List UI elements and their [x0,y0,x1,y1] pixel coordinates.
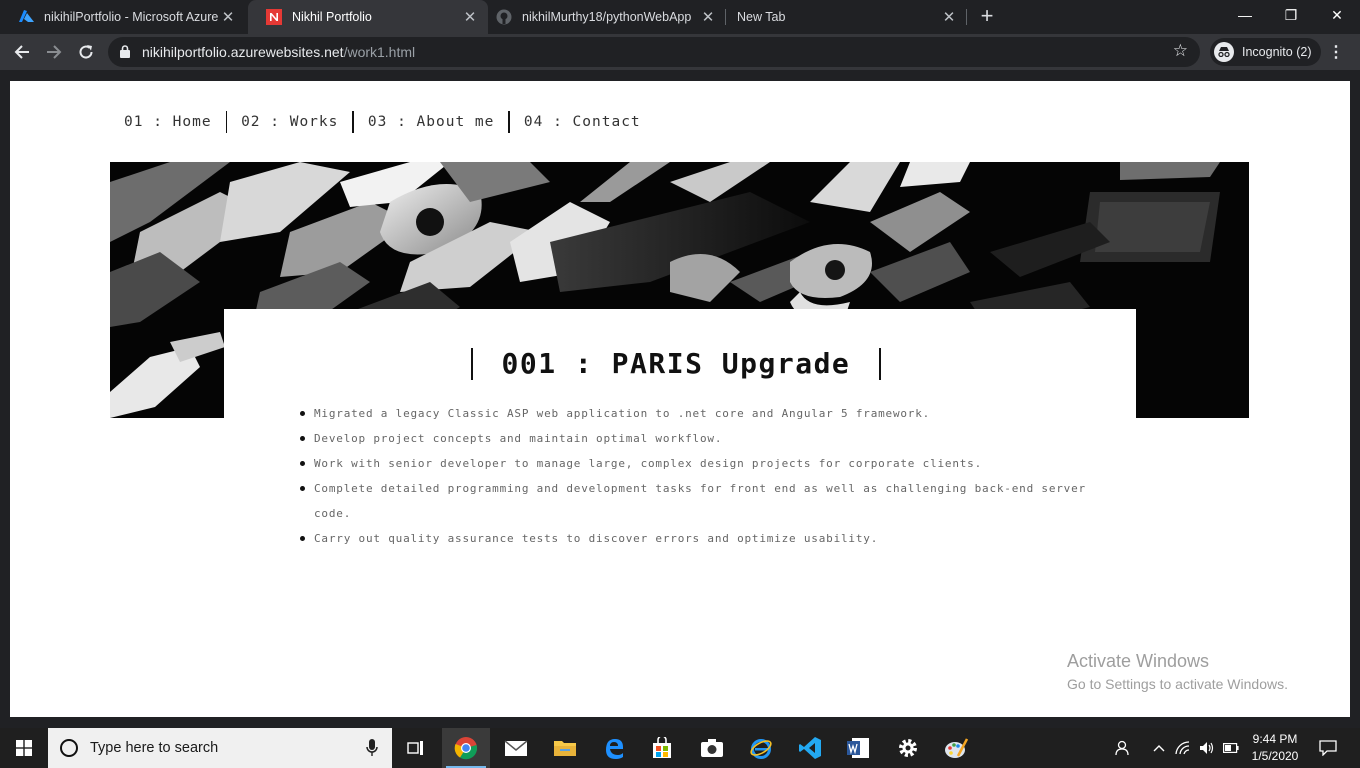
windows-logo-icon [16,740,32,756]
start-button[interactable] [0,728,48,768]
project-title: 001 : PARIS Upgrade [501,347,851,380]
watermark-subtitle: Go to Settings to activate Windows. [1067,676,1288,692]
taskbar-word[interactable] [834,728,882,768]
lock-icon [120,45,130,63]
microphone-icon[interactable] [366,739,378,762]
project-title-block: 001 : PARIS Upgrade [471,348,881,380]
nav-link-about[interactable]: 03 : About me [354,111,509,133]
tab-github[interactable]: nikhilMurthy18/pythonWebApp ✕ [478,0,726,34]
taskbar-internet-explorer[interactable] [737,728,785,768]
battery-icon[interactable] [1220,728,1242,768]
tab-label: nikihilPortfolio - Microsoft Azure [44,10,218,24]
windows-taskbar: Type here to search 9:44 PM 1/5/2020 [0,728,1360,768]
taskbar-paint[interactable] [932,728,980,768]
tab-separator [966,9,967,25]
camera-icon [701,739,723,757]
tab-label: Nikhil Portfolio [292,10,372,24]
arrow-right-icon [47,45,62,59]
wifi-icon[interactable] [1172,728,1194,768]
gear-icon [899,739,917,757]
internet-explorer-icon [750,739,772,759]
list-item: Carry out quality assurance tests to dis… [298,526,1098,551]
project-details-list: Migrated a legacy Classic ASP web applic… [298,401,1098,551]
edge-icon [606,739,623,759]
reload-button[interactable] [72,38,100,66]
taskbar-chrome[interactable] [442,728,490,768]
window-close-button[interactable]: ✕ [1314,0,1360,30]
address-bar[interactable]: nikihilportfolio.azurewebsites.net/work1… [108,37,1200,67]
reload-icon [79,45,93,59]
close-icon[interactable]: ✕ [218,8,238,26]
folder-icon [554,741,576,756]
tab-strip: nikihilPortfolio - Microsoft Azure ✕ Nik… [0,0,1360,34]
taskbar-vscode[interactable] [786,728,834,768]
back-button[interactable] [8,38,36,66]
vscode-icon [799,737,821,759]
incognito-indicator[interactable]: Incognito (2) [1210,38,1322,66]
search-placeholder: Type here to search [90,740,219,756]
browser-toolbar: nikihilportfolio.azurewebsites.net/work1… [0,34,1360,70]
minimize-button[interactable]: — [1222,0,1268,30]
incognito-label: Incognito (2) [1242,45,1312,59]
azure-icon [18,9,34,25]
page-viewport: 01 : Home 02 : Works 03 : About me 04 : … [10,81,1350,717]
taskbar-settings[interactable] [884,728,932,768]
tab-label: New Tab [737,10,786,24]
clock-date: 1/5/2020 [1251,749,1299,763]
nav-link-home[interactable]: 01 : Home [124,111,226,133]
close-icon[interactable]: ✕ [939,8,959,26]
show-hidden-icons-chevron-up-icon[interactable] [1148,728,1170,768]
action-center-icon[interactable] [1316,728,1340,768]
list-item: Complete detailed programming and develo… [298,476,1098,526]
bookmark-star-icon[interactable]: ☆ [1173,41,1188,61]
taskbar-mail[interactable] [492,728,540,768]
taskbar-clock[interactable]: 9:44 PM 1/5/2020 [1240,731,1310,765]
watermark-title: Activate Windows [1067,651,1210,671]
task-view-button[interactable] [392,728,440,768]
tab-nikhil-portfolio[interactable]: Nikhil Portfolio ✕ [248,0,488,34]
url-text: nikihilportfolio.azurewebsites.net/work1… [142,44,416,60]
taskbar-search-box[interactable]: Type here to search [48,728,392,768]
menu-icon[interactable]: ⋮ [1328,42,1344,62]
n-logo-icon [266,9,282,25]
word-icon [847,738,869,758]
taskbar-store[interactable] [638,728,686,768]
taskbar-edge[interactable] [590,728,638,768]
chrome-icon [454,737,478,760]
store-icon [653,737,671,758]
people-icon[interactable] [1110,728,1136,768]
activate-windows-watermark: Activate Windows Go to Settings to activ… [1067,651,1288,692]
list-item: Develop project concepts and maintain op… [298,426,1098,451]
list-item: Migrated a legacy Classic ASP web applic… [298,401,1098,426]
close-icon[interactable]: ✕ [698,8,718,26]
list-item: Work with senior developer to manage lar… [298,451,1098,476]
tab-new-tab[interactable]: New Tab ✕ [719,0,967,34]
nav-link-contact[interactable]: 04 : Contact [510,111,655,133]
incognito-icon [1214,42,1234,62]
tab-label: nikhilMurthy18/pythonWebApp [522,10,692,24]
clock-time: 9:44 PM [1252,732,1298,746]
tab-azure[interactable]: nikihilPortfolio - Microsoft Azure ✕ [0,0,246,34]
taskbar-file-explorer[interactable] [541,728,589,768]
title-divider [879,348,881,380]
github-icon [496,9,512,25]
arrow-left-icon [14,45,29,59]
forward-button[interactable] [40,38,68,66]
close-icon[interactable]: ✕ [460,8,480,26]
nav-link-works[interactable]: 02 : Works [227,111,352,133]
taskbar-camera[interactable] [688,728,736,768]
paint-icon [945,738,968,758]
site-nav: 01 : Home 02 : Works 03 : About me 04 : … [124,111,655,133]
new-tab-button[interactable]: + [976,5,998,27]
restore-button[interactable]: ❐ [1268,0,1314,30]
cortana-icon [60,739,78,757]
mail-icon [504,740,528,756]
task-view-icon [407,741,423,755]
volume-icon[interactable] [1196,728,1218,768]
